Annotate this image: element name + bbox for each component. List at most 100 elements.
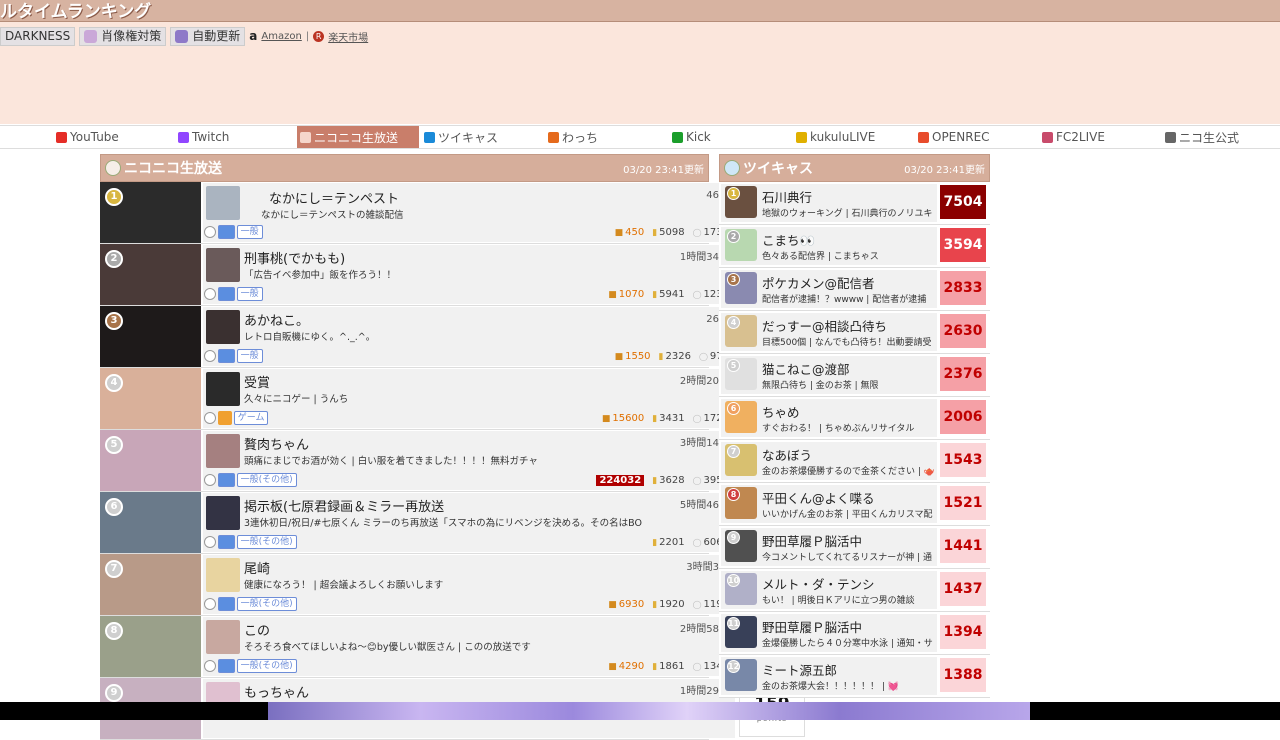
broadcaster-name[interactable]: ちゃめ (762, 402, 800, 421)
niconico-ranking-row[interactable]: 2刑事桃(でかもも)「広告イベ参加中」飯を作ろう！！1時間34分 一般10705… (100, 244, 805, 306)
points-value: 1521 (940, 486, 986, 520)
niconico-ranking-row[interactable]: 1なかにし＝テンペストなかにし＝テンペストの雑談配信46分 一般45050981… (100, 182, 805, 244)
broadcaster-avatar[interactable]: 7 (725, 444, 757, 476)
rakuten-link[interactable]: 楽天市場 (328, 29, 368, 44)
category-tag[interactable]: 一般 (236, 287, 263, 301)
twitcasting-ranking-row[interactable]: 12 ミート源五郎 金のお茶爆大会！！！！！！ | 💓 1388 (719, 655, 990, 698)
streamer-name[interactable]: 受賞 (244, 372, 270, 391)
category-tag[interactable]: 一般(その他) (236, 659, 297, 673)
viewer-count: 5098 (652, 227, 684, 238)
broadcaster-avatar[interactable]: 3 (725, 272, 757, 304)
tab-twitcasting[interactable]: ツイキャス (421, 126, 543, 148)
broadcaster-name[interactable]: だっすー@相談凸待ち (762, 316, 887, 335)
twitcasting-ranking-row[interactable]: 8 平田くん@よく喋る いいかげん金のお茶 | 平田くんカリスマ配 1521 (719, 483, 990, 526)
broadcaster-avatar[interactable]: 1 (725, 186, 757, 218)
broadcaster-name[interactable]: 野田草履Ｐ脳活中 (762, 531, 862, 550)
niconico-ranking-row[interactable]: 4受賞久々にニコゲー | うんち2時間20分 ゲーム15600343117294… (100, 368, 805, 430)
broadcast-description: 地獄のウォーキング | 石川典行のノリユキ (762, 209, 933, 219)
points-value: 2630 (940, 314, 986, 348)
broadcaster-name[interactable]: メルト・ダ・テンシ (762, 574, 875, 593)
stream-thumbnail[interactable]: 8 (100, 616, 201, 677)
category-tag[interactable]: 一般(その他) (236, 535, 297, 549)
broadcaster-name[interactable]: なあぼう (762, 445, 812, 464)
viewer-count: 3431 (652, 413, 684, 424)
twitcasting-ranking-row[interactable]: 4 だっすー@相談凸待ち 目標500個 | なんでも凸待ち！出動要請受 2630 (719, 311, 990, 354)
rank-badge: 3 (105, 312, 123, 330)
stream-thumbnail[interactable]: 2 (100, 244, 201, 305)
rank-badge: 8 (105, 622, 123, 640)
tab-fc2[interactable]: FC2LIVE (1039, 126, 1161, 148)
portrait-rights-toggle[interactable]: 肖像権対策 (79, 26, 167, 46)
niconico-ranking-row[interactable]: 6 掲示板(七原君録画＆ミラー再放送 3連休初日/祝日/#七原くん ミラーのち再放送… (100, 492, 805, 554)
twitcasting-ranking-row[interactable]: 1 石川典行 地獄のウォーキング | 石川典行のノリユキ 7504 (719, 182, 990, 225)
broadcast-description: 今コメントしてくれてるリスナーが神 | 通 (762, 553, 932, 563)
streamer-name[interactable]: 刑事桃(でかもも) (244, 248, 345, 267)
twitcasting-ranking-row[interactable]: 2 こまち👀 色々ある配信界 | こまちゃス 3594 (719, 225, 990, 268)
broadcaster-name[interactable]: 平田くん@よく喋る (762, 488, 875, 507)
rank-badge: 7 (727, 445, 740, 458)
twitcasting-ranking-row[interactable]: 5 猫こねこ@渡部 無限凸待ち | 金のお茶 | 無限 2376 (719, 354, 990, 397)
streamer-name[interactable]: なかにし＝テンペスト (269, 188, 399, 207)
user-icon (204, 660, 216, 672)
broadcast-info: 11 野田草履Ｐ脳活中 金爆優勝したら４０分寒中水泳 | 通知・サ (721, 614, 937, 652)
twitcasting-ranking-row[interactable]: 7 なあぼう 金のお茶爆優勝するので金茶ください | 🫖 1543 (719, 440, 990, 483)
auto-refresh-toggle[interactable]: 自動更新 (170, 26, 246, 46)
tab-nico-official[interactable]: ニコ生公式 (1162, 126, 1280, 148)
broadcaster-avatar[interactable]: 8 (725, 487, 757, 519)
stream-thumbnail[interactable]: 6 (100, 492, 201, 553)
niconico-ranking-row[interactable]: 3あかねこ。レトロ自販機にゆく。^._.^。26分 一般155023269748… (100, 306, 805, 368)
category-tag[interactable]: 一般(その他) (236, 473, 297, 487)
broadcaster-avatar[interactable]: 4 (725, 315, 757, 347)
tab-kick[interactable]: Kick (669, 126, 791, 148)
category-tag[interactable]: 一般(その他) (236, 597, 297, 611)
tab-watch[interactable]: わっち (545, 126, 667, 148)
broadcaster-name[interactable]: ポケカメン@配信者 (762, 273, 875, 292)
broadcaster-name[interactable]: 猫こねこ@渡部 (762, 359, 850, 378)
category-tag[interactable]: ゲーム (233, 411, 269, 425)
broadcaster-avatar[interactable]: 5 (725, 358, 757, 390)
broadcaster-name[interactable]: ミート源五郎 (762, 660, 837, 679)
twitcasting-ranking-row[interactable]: 10 メルト・ダ・テンシ もい！ | 明後日Ｋアリに立つ男の雑談 1437 (719, 569, 990, 612)
darkness-toggle[interactable]: DARKNESS (0, 26, 76, 46)
streamer-name[interactable]: この (244, 620, 270, 639)
tab-niconico[interactable]: ニコニコ生放送 (297, 126, 419, 148)
broadcaster-avatar[interactable]: 12 (725, 659, 757, 691)
niconico-ranking-row[interactable]: 7尾崎健康になろう！ | 超会議よろしくお願いします3時間3分 一般(その他)6… (100, 554, 805, 616)
tab-openrec[interactable]: OPENREC (915, 126, 1037, 148)
category-tag[interactable]: 一般 (236, 225, 263, 239)
broadcaster-avatar[interactable]: 2 (725, 229, 757, 261)
streamer-name[interactable]: 贅肉ちゃん (244, 434, 309, 453)
tab-kukulu[interactable]: kukuluLIVE (793, 126, 915, 148)
broadcast-info: 8 平田くん@よく喋る いいかげん金のお茶 | 平田くんカリスマ配 (721, 485, 937, 523)
streamer-name[interactable]: 掲示板(七原君録画＆ミラー再放送 (244, 496, 444, 515)
stream-thumbnail[interactable]: 3 (100, 306, 201, 367)
niconico-ranking-list: 1なかにし＝テンペストなかにし＝テンペストの雑談配信46分 一般45050981… (100, 182, 805, 740)
stream-thumbnail[interactable]: 1 (100, 182, 201, 243)
broadcaster-name[interactable]: 野田草履Ｐ脳活中 (762, 617, 862, 636)
streamer-name[interactable]: 尾崎 (244, 558, 270, 577)
broadcaster-name[interactable]: こまち👀 (762, 230, 815, 249)
broadcaster-avatar[interactable]: 11 (725, 616, 757, 648)
niconico-ranking-row[interactable]: 8 この そろそろ食べてほしいよね～😊by優しい獣医さん | このの放送です 2時間5… (100, 616, 805, 678)
amazon-link[interactable]: Amazon (261, 31, 301, 42)
stream-thumbnail[interactable]: 5 (100, 430, 201, 491)
niconico-ranking-row[interactable]: 5 贅肉ちゃん 頭痛にまじでお酒が効く | 白い服を着てきました！！！！無料ガチャ 3… (100, 430, 805, 492)
streamer-name[interactable]: もっちゃん (244, 682, 309, 701)
stream-thumbnail[interactable]: 7 (100, 554, 201, 615)
stream-info: 受賞久々にニコゲー | うんち2時間20分 ゲーム1560034311729 (203, 369, 735, 428)
twitcasting-ranking-row[interactable]: 3 ポケカメン@配信者 配信者が逮捕！？wwww | 配信者が逮捕 2833 (719, 268, 990, 311)
broadcaster-avatar[interactable]: 9 (725, 530, 757, 562)
broadcast-description: 色々ある配信界 | こまちゃス (762, 252, 879, 262)
stream-thumbnail[interactable]: 4 (100, 368, 201, 429)
streamer-name[interactable]: あかねこ。 (244, 310, 309, 329)
tab-label: FC2LIVE (1056, 130, 1105, 144)
broadcaster-avatar[interactable]: 6 (725, 401, 757, 433)
broadcaster-avatar[interactable]: 10 (725, 573, 757, 605)
twitcasting-ranking-row[interactable]: 11 野田草履Ｐ脳活中 金爆優勝したら４０分寒中水泳 | 通知・サ 1394 (719, 612, 990, 655)
twitcasting-ranking-row[interactable]: 9 野田草履Ｐ脳活中 今コメントしてくれてるリスナーが神 | 通 1441 (719, 526, 990, 569)
tab-youtube[interactable]: YouTube (53, 126, 175, 148)
tab-twitch[interactable]: Twitch (175, 126, 297, 148)
broadcaster-name[interactable]: 石川典行 (762, 187, 812, 206)
category-tag[interactable]: 一般 (236, 349, 263, 363)
twitcasting-ranking-row[interactable]: 6 ちゃめ すぐおわる！ | ちゃめぷんリサイタル 2006 (719, 397, 990, 440)
